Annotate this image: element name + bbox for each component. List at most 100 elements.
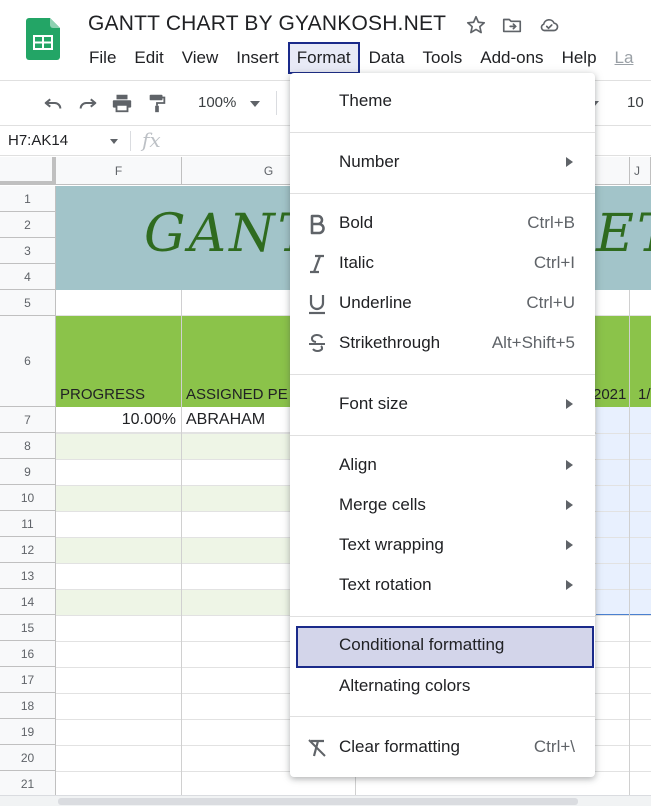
column-header-f[interactable]: F bbox=[56, 157, 182, 185]
menu-item-label: Underline bbox=[339, 293, 412, 312]
scrollbar-thumb[interactable] bbox=[58, 798, 578, 805]
menu-view[interactable]: View bbox=[173, 42, 228, 74]
shortcut-label: Alt+Shift+5 bbox=[491, 333, 575, 352]
title-bar: GANTT CHART BY GYANKOSH.NET File Edit Vi… bbox=[0, 0, 651, 78]
last-edit-link[interactable]: La bbox=[606, 42, 643, 74]
row-header-15[interactable]: 15 bbox=[0, 615, 56, 641]
select-all-corner[interactable] bbox=[0, 157, 56, 185]
submenu-arrow-icon bbox=[566, 460, 573, 470]
menu-data[interactable]: Data bbox=[360, 42, 414, 74]
menu-item-label: Theme bbox=[339, 91, 392, 110]
menu-item-text-wrapping[interactable]: Text wrapping bbox=[290, 527, 595, 563]
shortcut-label: Ctrl+B bbox=[527, 213, 575, 232]
undo-icon[interactable] bbox=[42, 92, 64, 114]
menu-edit[interactable]: Edit bbox=[125, 42, 172, 74]
banner-title-text-end: ET bbox=[596, 204, 651, 264]
row-header-21[interactable]: 21 bbox=[0, 771, 56, 795]
menu-item-conditional-formatting[interactable]: Conditional formatting bbox=[296, 626, 594, 668]
toolbar-divider bbox=[276, 91, 277, 115]
star-icon[interactable] bbox=[465, 14, 487, 36]
zoom-select[interactable]: 100% bbox=[198, 94, 236, 111]
row-header-9[interactable]: 9 bbox=[0, 459, 56, 485]
document-title[interactable]: GANTT CHART BY GYANKOSH.NET bbox=[88, 12, 446, 36]
row-header-16[interactable]: 16 bbox=[0, 641, 56, 667]
menu-item-clear-formatting[interactable]: Clear formatting Ctrl+\ bbox=[290, 729, 595, 765]
row-header-2[interactable]: 2 bbox=[0, 212, 56, 238]
row-header-7[interactable]: 7 bbox=[0, 407, 56, 433]
menu-item-align[interactable]: Align bbox=[290, 447, 595, 483]
menu-item-underline[interactable]: Underline Ctrl+U bbox=[290, 285, 595, 321]
menu-item-label: Text rotation bbox=[339, 575, 432, 594]
row-header-20[interactable]: 20 bbox=[0, 745, 56, 771]
menu-item-bold[interactable]: Bold Ctrl+B bbox=[290, 205, 595, 241]
formula-divider bbox=[130, 131, 131, 151]
grid-row-12[interactable] bbox=[56, 538, 296, 563]
grid-row-8[interactable] bbox=[56, 434, 296, 459]
fx-icon: fx bbox=[142, 128, 161, 152]
row7-assigned[interactable]: ABRAHAM bbox=[186, 411, 265, 429]
paint-format-icon[interactable] bbox=[146, 92, 168, 114]
row-header-19[interactable]: 19 bbox=[0, 719, 56, 745]
row7-progress[interactable]: 10.00% bbox=[56, 411, 180, 429]
menu-item-label: Bold bbox=[339, 213, 374, 232]
bold-icon bbox=[310, 214, 325, 235]
menu-item-label: Strikethrough bbox=[339, 333, 441, 352]
name-box-caret-icon[interactable] bbox=[110, 139, 118, 144]
menu-bar: File Edit View Insert Format Data Tools … bbox=[80, 42, 642, 74]
strikethrough-icon bbox=[309, 333, 325, 352]
row-header-18[interactable]: 18 bbox=[0, 693, 56, 719]
header-assigned: ASSIGNED PE bbox=[186, 386, 288, 403]
row-header-5[interactable]: 5 bbox=[0, 290, 56, 316]
column-header-j[interactable]: J bbox=[630, 157, 651, 185]
menu-item-strikethrough[interactable]: Strikethrough Alt+Shift+5 bbox=[290, 325, 595, 361]
cloud-saved-icon[interactable] bbox=[538, 14, 560, 36]
header-date-b: 1/3 bbox=[638, 386, 651, 403]
submenu-arrow-icon bbox=[566, 157, 573, 167]
move-folder-icon[interactable] bbox=[501, 14, 523, 36]
print-icon[interactable] bbox=[111, 92, 133, 114]
menu-item-label: Italic bbox=[339, 253, 374, 272]
menu-add-ons[interactable]: Add-ons bbox=[471, 42, 552, 74]
name-box[interactable]: H7:AK14 bbox=[8, 132, 68, 149]
menu-divider bbox=[290, 716, 595, 717]
row-header-17[interactable]: 17 bbox=[0, 667, 56, 693]
row-header-1[interactable]: 1 bbox=[0, 186, 56, 212]
submenu-arrow-icon bbox=[566, 500, 573, 510]
menu-item-label: Text wrapping bbox=[339, 535, 444, 554]
menu-help[interactable]: Help bbox=[553, 42, 606, 74]
clear-formatting-icon bbox=[308, 739, 326, 757]
grid-row-14[interactable] bbox=[56, 590, 296, 615]
menu-item-theme[interactable]: Theme bbox=[290, 83, 595, 119]
submenu-arrow-icon bbox=[566, 399, 573, 409]
row-header-6[interactable]: 6 bbox=[0, 316, 56, 407]
redo-icon[interactable] bbox=[77, 92, 99, 114]
menu-format[interactable]: Format bbox=[287, 42, 360, 74]
sheets-logo-icon[interactable] bbox=[26, 18, 60, 60]
grid-row-10[interactable] bbox=[56, 486, 296, 511]
menu-item-merge-cells[interactable]: Merge cells bbox=[290, 487, 595, 523]
underline-icon bbox=[309, 295, 325, 315]
menu-item-label: Align bbox=[339, 455, 377, 474]
menu-item-label: Font size bbox=[339, 394, 408, 413]
font-size-select[interactable]: 10 bbox=[627, 94, 644, 111]
row-header-14[interactable]: 14 bbox=[0, 589, 56, 615]
menu-item-text-rotation[interactable]: Text rotation bbox=[290, 567, 595, 603]
row-header-10[interactable]: 10 bbox=[0, 485, 56, 511]
menu-insert[interactable]: Insert bbox=[227, 42, 288, 74]
menu-file[interactable]: File bbox=[80, 42, 125, 74]
menu-tools[interactable]: Tools bbox=[414, 42, 472, 74]
row-header-4[interactable]: 4 bbox=[0, 264, 56, 290]
row-header-8[interactable]: 8 bbox=[0, 433, 56, 459]
horizontal-scrollbar[interactable] bbox=[0, 795, 651, 806]
menu-item-font-size[interactable]: Font size bbox=[290, 386, 595, 422]
menu-item-alternating-colors[interactable]: Alternating colors bbox=[290, 668, 595, 704]
menu-item-number[interactable]: Number bbox=[290, 144, 595, 180]
format-menu-dropdown: Theme Number Bold Ctrl+B Italic Ctrl+I U… bbox=[290, 73, 595, 777]
row-header-11[interactable]: 11 bbox=[0, 511, 56, 537]
row-header-3[interactable]: 3 bbox=[0, 238, 56, 264]
row-header-12[interactable]: 12 bbox=[0, 537, 56, 563]
row-header-13[interactable]: 13 bbox=[0, 563, 56, 589]
zoom-caret-icon[interactable] bbox=[250, 101, 260, 107]
menu-item-italic[interactable]: Italic Ctrl+I bbox=[290, 245, 595, 281]
menu-item-label: Alternating colors bbox=[339, 676, 471, 695]
